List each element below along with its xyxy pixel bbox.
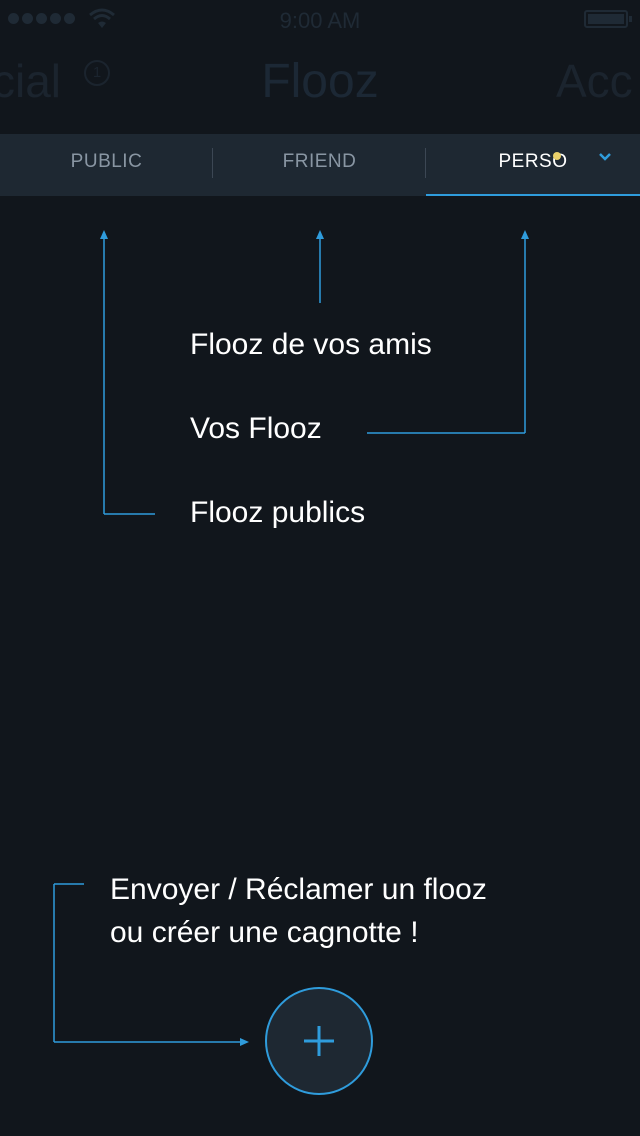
tip-public-flooz: Flooz publics <box>190 496 366 529</box>
arrow-head-friend <box>316 230 324 239</box>
plus-icon <box>304 1026 334 1056</box>
tip-create-flooz: Envoyer / Réclamer un flooz ou créer une… <box>110 868 487 954</box>
tip-friends-flooz: Flooz de vos amis <box>190 328 432 361</box>
arrow-head-fab <box>240 1038 249 1046</box>
new-flooz-button[interactable] <box>265 987 373 1095</box>
arrow-head-perso <box>521 230 529 239</box>
tutorial-arrows <box>53 230 529 1046</box>
arrow-head-public <box>100 230 108 239</box>
tip-create-line1: Envoyer / Réclamer un flooz <box>110 873 487 906</box>
tip-your-flooz: Vos Flooz <box>190 412 322 445</box>
tip-create-line2: ou créer une cagnotte ! <box>110 916 419 949</box>
